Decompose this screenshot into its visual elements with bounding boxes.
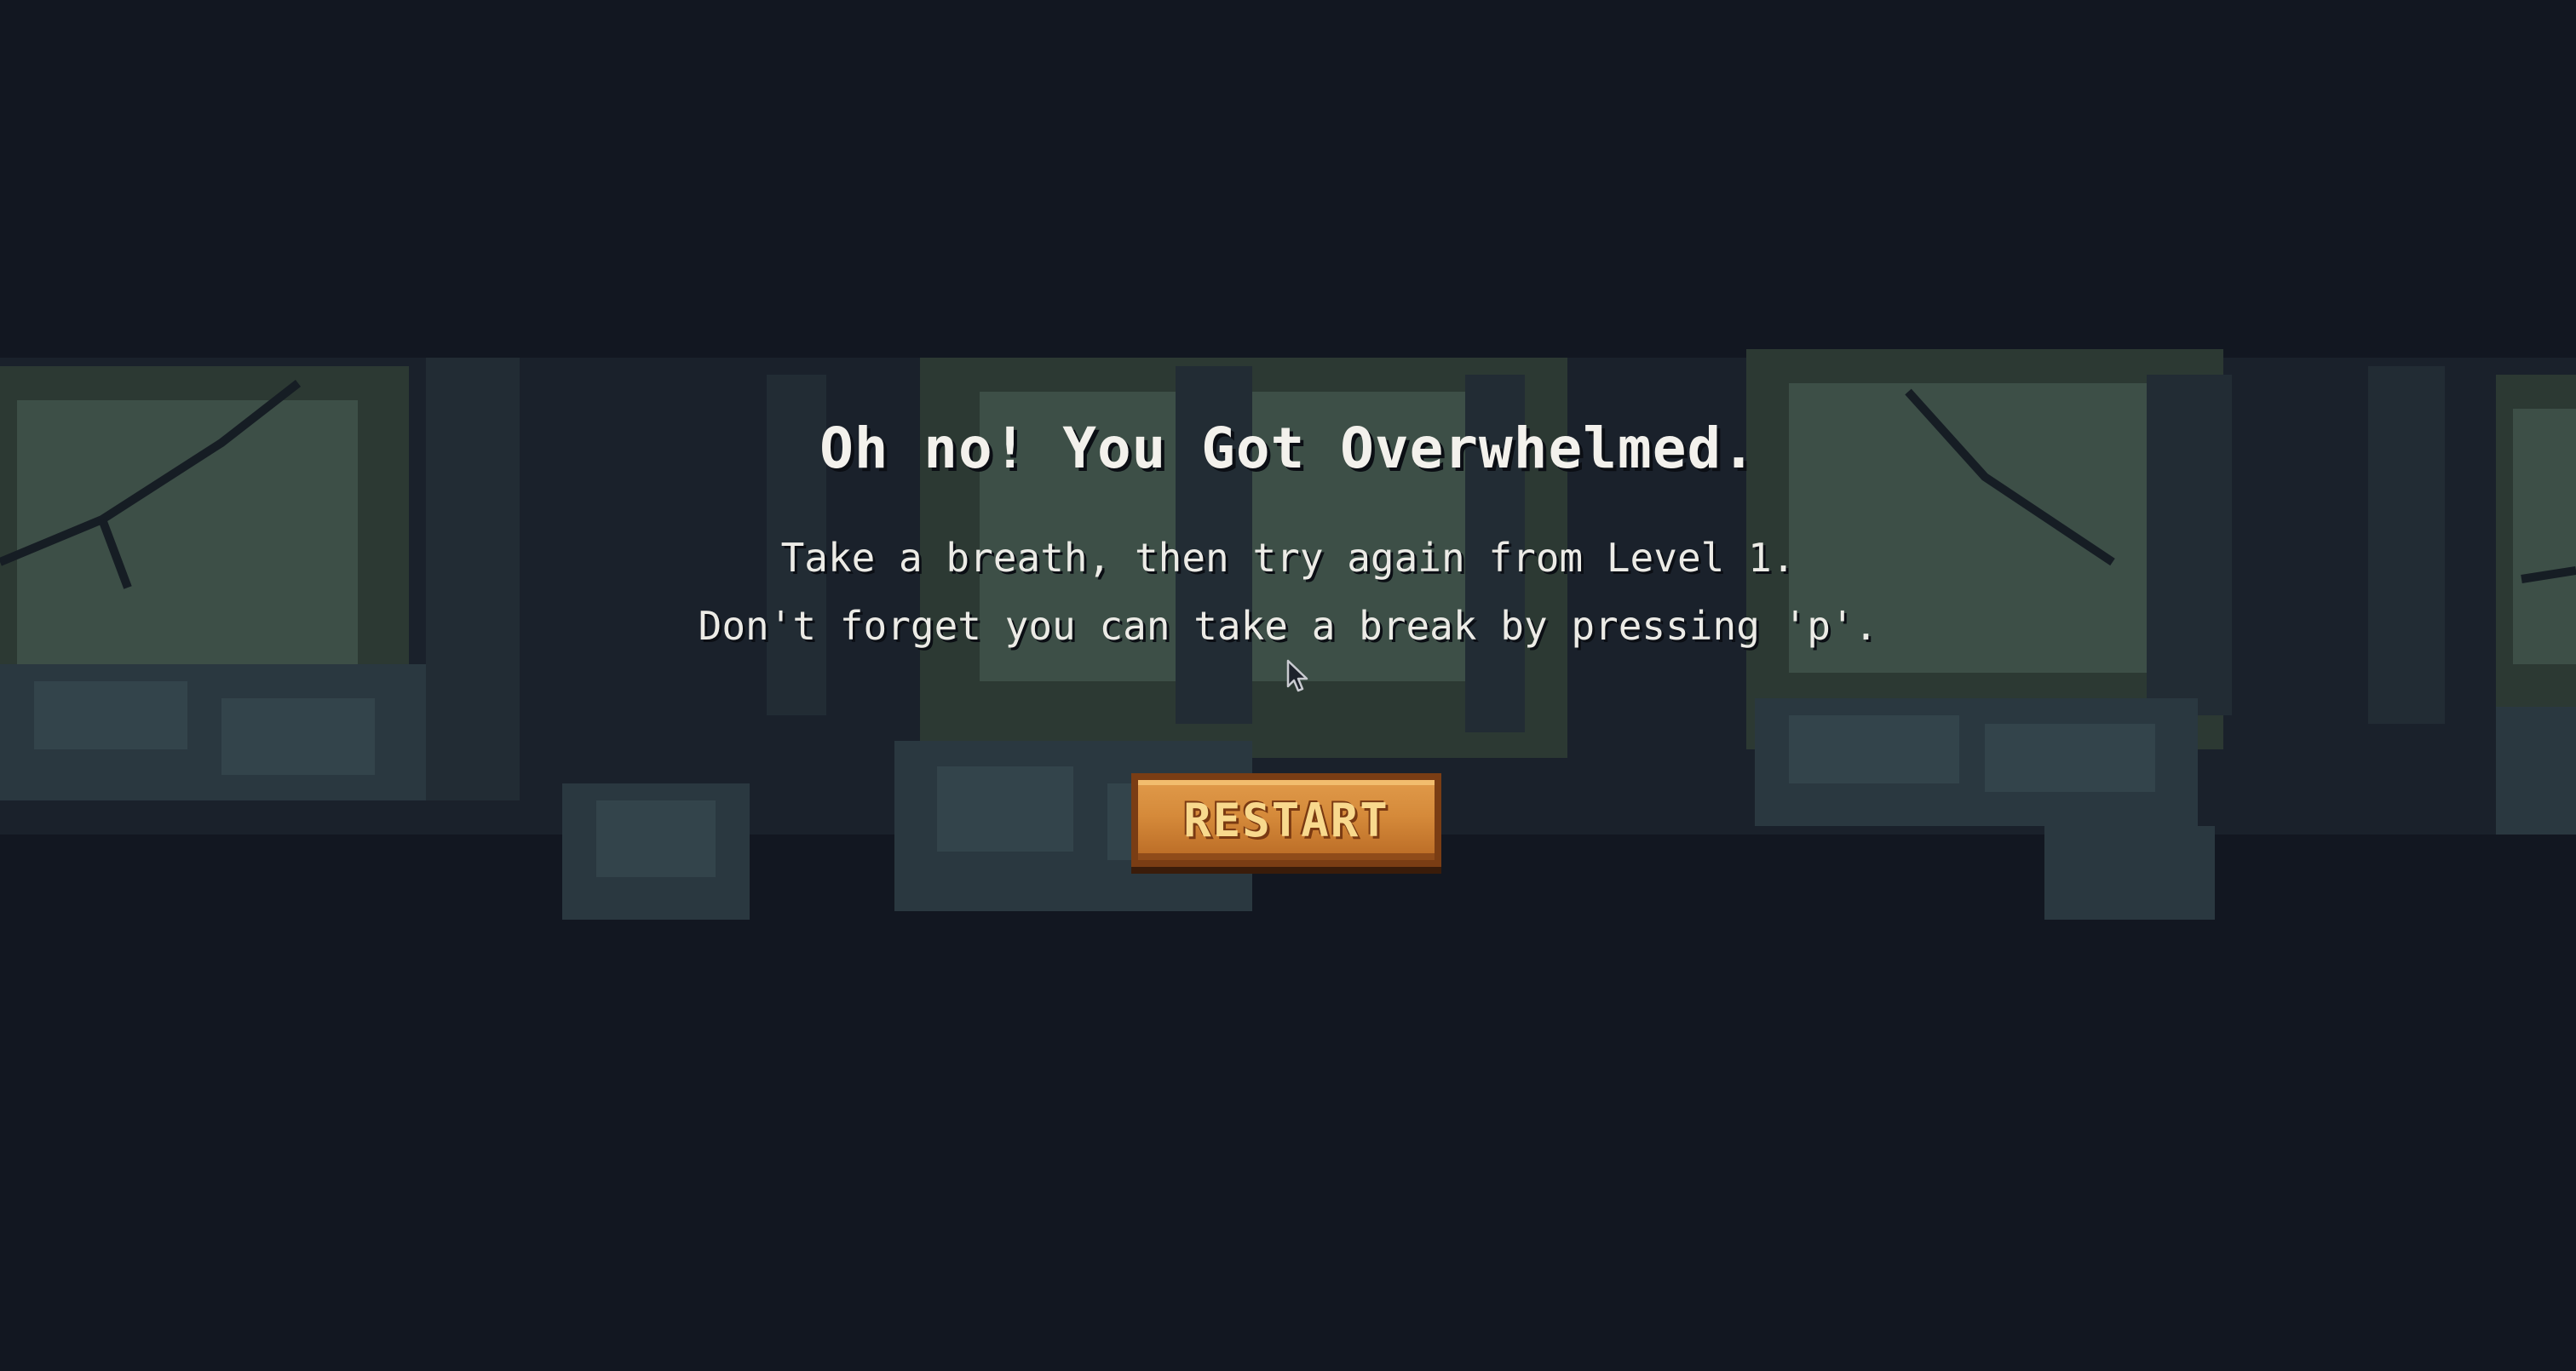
pause-hint-message: Don't forget you can take a break by pre… (698, 603, 1878, 649)
restart-button[interactable]: RESTART (1131, 773, 1441, 867)
mouse-pointer-icon (1286, 659, 1308, 692)
game-over-title: Oh no! You Got Overwhelmed. (819, 416, 1757, 481)
restart-button-label: RESTART (1183, 793, 1389, 847)
game-over-screen: Oh no! You Got Overwhelmed. Take a breat… (0, 0, 2576, 1371)
retry-message: Take a breath, then try again from Level… (780, 535, 1796, 581)
